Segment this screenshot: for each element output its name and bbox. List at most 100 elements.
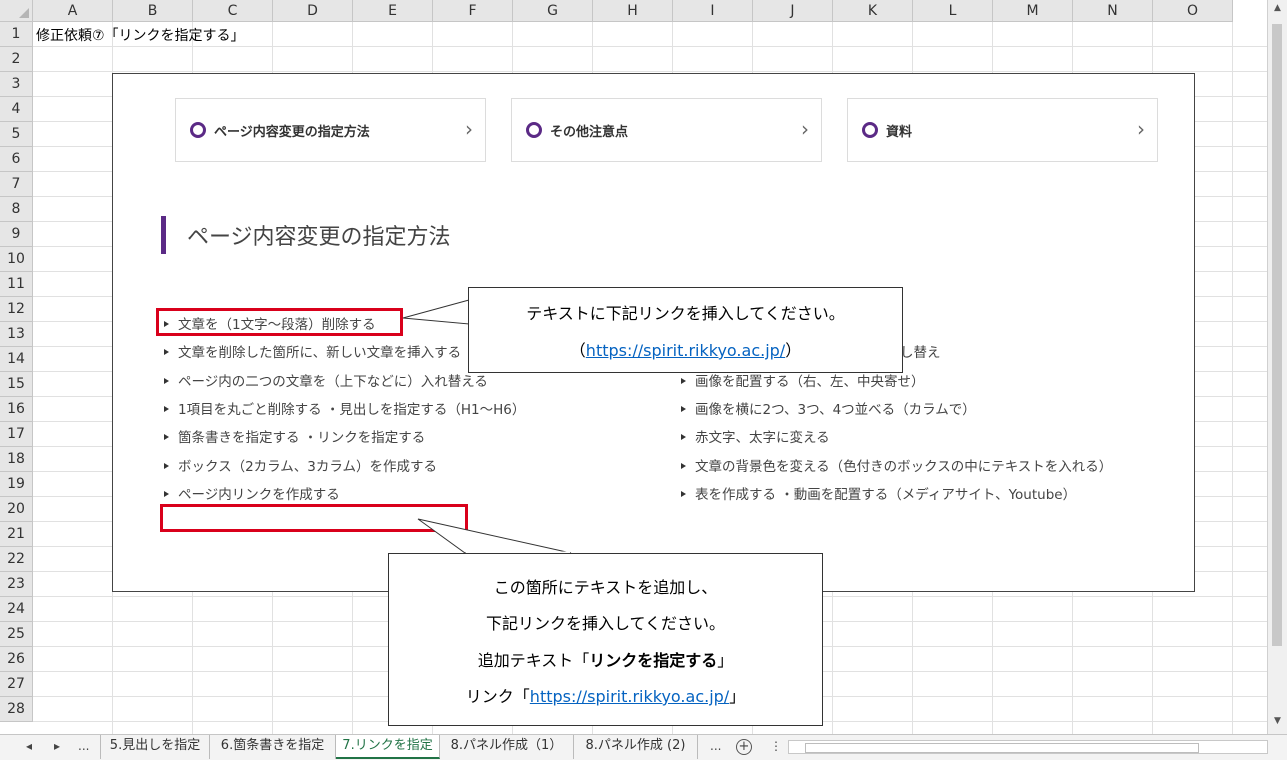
cell-a1[interactable]: 修正依頼⑦「リンクを指定する」 [36,25,245,45]
nav-button-notes: その他注意点 › [511,98,822,162]
column-header[interactable]: K [833,0,913,22]
column-header[interactable]: I [673,0,753,22]
sheet-tab-bar: ◂ ▸ ... 5.見出しを指定 6.箇条書きを指定 7.リンクを指定 8.パネ… [0,734,1287,760]
gridline [33,71,1267,72]
bullet-triangle-icon [164,406,169,412]
spreadsheet-grid[interactable]: ABCDEFGHIJKLMNO 1 2 3 4 5 6 7 8 9 10 11 12 13 14 15 16 1… [0,0,1267,734]
row-header[interactable]: 16 [0,397,33,422]
tab-scroll-next-icon[interactable]: ▸ [54,739,60,753]
callout-add-text: この箇所にテキストを追加し、 下記リンクを挿入してください。 追加テキスト「リン… [388,553,823,726]
row-header[interactable]: 14 [0,347,33,372]
link-spirit[interactable]: https://spirit.rikkyo.ac.jp/ [586,341,785,360]
row-header[interactable]: 21 [0,522,33,547]
tab-ellipsis-right[interactable]: ... [710,739,721,753]
scroll-up-icon[interactable]: ▲ [1271,3,1284,17]
column-header[interactable]: J [753,0,833,22]
row-header[interactable]: 20 [0,497,33,522]
column-header[interactable]: A [33,0,113,22]
row-header[interactable]: 8 [0,197,33,222]
list-item: 表を作成する ・動画を配置する（メディアサイト、Youtube） [681,483,1076,503]
tab-5[interactable]: 5.見出しを指定 [100,735,210,759]
row-header[interactable]: 26 [0,647,33,672]
tab-8-1[interactable]: 8.パネル作成（1） [440,735,574,759]
list-item-partial: し替え [900,345,941,361]
column-header[interactable]: H [593,0,673,22]
tab-6[interactable]: 6.箇条書きを指定 [210,735,336,759]
scroll-thumb[interactable] [1272,24,1282,646]
column-header[interactable]: E [353,0,433,22]
section-title: ページ内容変更の指定方法 [187,225,451,250]
column-header[interactable]: N [1073,0,1153,22]
nav-button-label: その他注意点 [550,125,629,140]
circle-icon [862,122,878,138]
column-header[interactable]: G [513,0,593,22]
highlight-box-insert-area[interactable] [160,504,468,532]
column-header[interactable]: F [433,0,513,22]
bullet-triangle-icon [164,434,169,440]
bullet-triangle-icon [164,463,169,469]
bullet-triangle-icon [681,378,686,384]
row-header[interactable]: 23 [0,572,33,597]
tab-8-2[interactable]: 8.パネル作成 (2) [574,735,698,759]
row-header[interactable]: 12 [0,297,33,322]
row-header[interactable]: 22 [0,547,33,572]
callout-text: この箇所にテキストを追加し、 [493,578,718,597]
row-header[interactable]: 19 [0,472,33,497]
row-header[interactable]: 18 [0,447,33,472]
bullet-triangle-icon [681,491,686,497]
row-header[interactable]: 9 [0,222,33,247]
list-item: 画像を横に2つ、3つ、4つ並べる（カラムで） [681,398,976,418]
gridline [1232,22,1233,734]
row-header[interactable]: 11 [0,272,33,297]
row-header[interactable]: 28 [0,697,33,722]
row-header[interactable]: 13 [0,322,33,347]
vertical-scrollbar[interactable]: ▲ ▼ [1267,0,1287,734]
gridline [33,46,1267,47]
row-header[interactable]: 7 [0,172,33,197]
bullet-triangle-icon [681,406,686,412]
tab-ellipsis-left[interactable]: ... [78,739,89,753]
column-header[interactable]: B [113,0,193,22]
column-header[interactable]: M [993,0,1073,22]
row-header[interactable]: 10 [0,247,33,272]
bullet-triangle-icon [681,463,686,469]
list-item: ページ内の二つの文章を（上下などに）入れ替える [164,370,488,390]
row-header[interactable]: 4 [0,97,33,122]
circle-icon [190,122,206,138]
column-header[interactable]: C [193,0,273,22]
link-spirit[interactable]: https://spirit.rikkyo.ac.jp/ [530,687,729,706]
list-item: 1項目を丸ごと削除する ・見出しを指定する（H1～H6） [164,398,525,418]
row-header[interactable]: 25 [0,622,33,647]
nav-button-materials: 資料 › [847,98,1158,162]
row-header[interactable]: 5 [0,122,33,147]
row-header[interactable]: 1 [0,22,33,47]
list-item: ボックス（2カラム、3カラム）を作成する [164,455,437,475]
row-header[interactable]: 17 [0,422,33,447]
column-header[interactable]: O [1153,0,1233,22]
chevron-right-icon: › [1137,117,1145,141]
horizontal-scrollbar[interactable] [788,740,1268,754]
scroll-down-icon[interactable]: ▼ [1271,716,1284,730]
list-item: ページ内リンクを作成する [164,483,340,503]
list-item: 画像を配置する（右、左、中央寄せ） [681,370,925,390]
row-header[interactable]: 24 [0,597,33,622]
add-sheet-icon[interactable]: + [736,739,752,755]
select-all-corner[interactable] [0,0,33,22]
list-item: 文章を削除した箇所に、新しい文章を挿入する [164,341,461,361]
hscroll-thumb[interactable] [805,743,1199,753]
tab-7-active[interactable]: 7.リンクを指定 [336,735,440,759]
nav-button-label: 資料 [886,125,913,140]
row-header[interactable]: 3 [0,72,33,97]
bullet-triangle-icon [164,349,169,355]
row-header[interactable]: 27 [0,672,33,697]
options-dots-icon[interactable]: ⋮ [770,739,782,753]
tab-scroll-prev-icon[interactable]: ◂ [26,739,32,753]
highlight-box-delete-item[interactable] [156,308,403,336]
nav-button-label: ページ内容変更の指定方法 [214,125,370,140]
column-header[interactable]: D [273,0,353,22]
column-header[interactable]: L [913,0,993,22]
row-header[interactable]: 15 [0,372,33,397]
row-header[interactable]: 6 [0,147,33,172]
bullet-triangle-icon [681,434,686,440]
row-header[interactable]: 2 [0,47,33,72]
